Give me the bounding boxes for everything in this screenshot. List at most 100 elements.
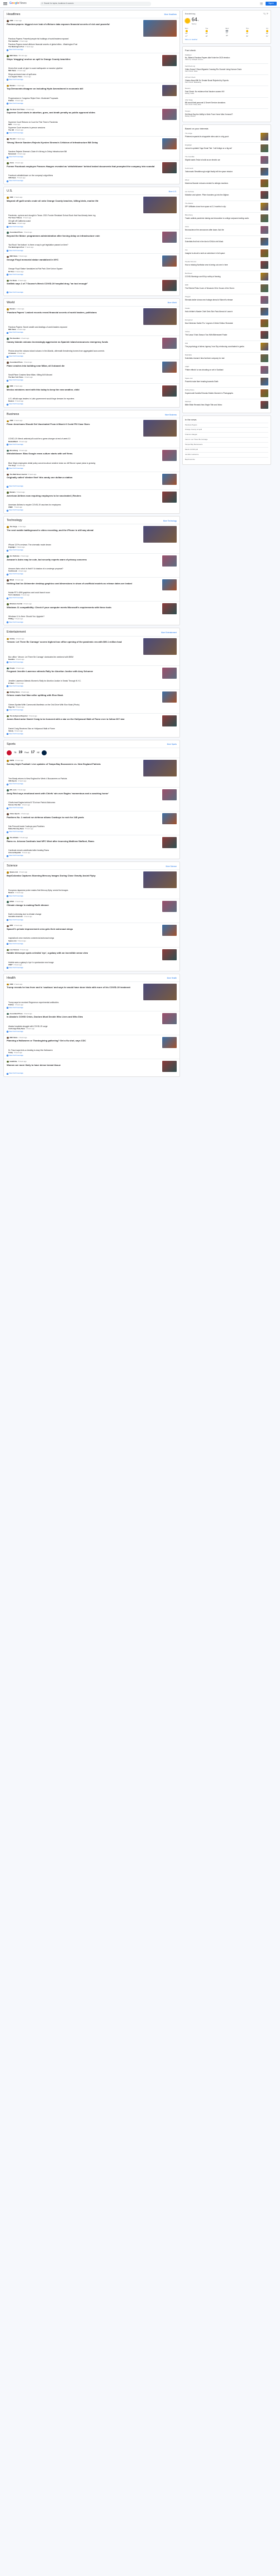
related-headline[interactable]: Facebook whistleblower on the company's … — [8, 174, 177, 177]
story-headline[interactable]: In Alaska's COVID Crisis, Doctors Must D… — [7, 1015, 160, 1018]
related-headline[interactable]: Windows 11 Is Here: Should You Upgrade? — [8, 615, 177, 618]
for-you-item[interactable]: CNET 'Potter effects' is now shooting on … — [185, 364, 268, 375]
section-more-link[interactable]: More Entertainment — [161, 632, 177, 634]
full-coverage-link[interactable]: View Full Coverage — [7, 685, 177, 688]
related-headline[interactable]: Supreme Court Returns to Court for First… — [8, 121, 177, 123]
for-you-headline[interactable]: Supermodel Kamilla Reveals Hidden Moment… — [185, 392, 259, 394]
story-headline[interactable]: Whistleblower: Bias Google news culture … — [7, 452, 160, 455]
story-card[interactable]: CNN 2 hours ago Mayoral off guilt sends cr… — [4, 194, 179, 229]
more-weather-link[interactable]: More on weather — [185, 38, 268, 41]
story-thumbnail[interactable] — [143, 308, 177, 325]
section-more-link[interactable]: More Headlines — [164, 13, 177, 16]
story-thumbnail[interactable] — [143, 20, 177, 37]
story-card[interactable]: Reuters 1 hour ago Top Democrats disagree … — [4, 82, 179, 107]
story-card[interactable]: The Guardian 2 hours ago Canary Islands vo… — [4, 335, 179, 359]
for-you-item[interactable]: Pitchfork Billie Eilish Reveals New Singl… — [185, 399, 268, 410]
topic-chip[interactable]: Merck COVID pill — [185, 447, 268, 452]
story-thumbnail[interactable] — [162, 837, 177, 849]
story-thumbnail[interactable] — [162, 338, 177, 349]
for-you-thumbnail[interactable] — [261, 389, 268, 398]
full-coverage-link[interactable]: View Full Coverage — [7, 249, 177, 252]
for-you-item[interactable]: The Guardian Skylab wants Tesla to build … — [185, 154, 268, 166]
for-you-item[interactable]: Mashable Scientists research Ikea furnitu… — [185, 352, 268, 364]
story-thumbnail[interactable] — [162, 279, 177, 291]
for-you-item[interactable]: Vulture 'Ted Lasso' Ends Season Two With … — [185, 329, 268, 340]
full-coverage-link[interactable]: View Full Coverage — [7, 1054, 177, 1057]
story-thumbnail[interactable] — [162, 232, 177, 243]
story-thumbnail[interactable] — [143, 526, 177, 543]
for-you-thumbnail[interactable] — [261, 401, 268, 409]
for-you-thumbnail[interactable] — [261, 296, 268, 304]
full-coverage-link[interactable]: View Full Coverage — [7, 854, 177, 857]
for-you-headline[interactable]: Imagine is about to seek an adventure in… — [185, 252, 259, 254]
section-title[interactable]: World — [7, 301, 14, 305]
story-headline[interactable]: Windows 11 compatibility: Check if your … — [7, 606, 160, 609]
for-you-headline[interactable]: 'Ted Lasso' Ends Season Two With Bitters… — [185, 334, 259, 336]
story-card[interactable]: Live Science 5 hours ago Hubble telescope … — [4, 946, 179, 971]
story-headline[interactable]: Andy Reid says emotional week with Chief… — [7, 792, 160, 795]
for-you-thumbnail[interactable] — [261, 343, 268, 351]
related-headline[interactable]: Trump says he received Regeneron experim… — [8, 1001, 177, 1004]
story-thumbnail[interactable] — [162, 603, 177, 615]
for-you-headline[interactable]: Moderna Booster reduces needed for aller… — [185, 182, 259, 184]
story-card[interactable]: The Wall Street Journal 5 hours ago Origin… — [4, 471, 179, 489]
for-you-thumbnail[interactable] — [261, 261, 268, 269]
story-headline[interactable]: Top Democrats disagree on including Hyde… — [7, 87, 160, 90]
section-title[interactable]: Business — [7, 413, 19, 417]
story-headline[interactable]: Women are more likely to have dense brea… — [7, 1064, 160, 1066]
related-headline[interactable]: Pandemic, cyclone and drought in Texas: … — [8, 214, 177, 217]
story-headline[interactable]: 'Pandora Papers' Leaked records reveal f… — [7, 311, 141, 314]
story-headline[interactable]: 'Wrong' Bernie Sanders Rejects Kyrsten S… — [7, 141, 160, 144]
story-card[interactable]: Fox News 6 hours ago SinWeb says 1 of 7 So… — [4, 277, 179, 295]
related-headline[interactable]: European-Japanese probe makes first Merc… — [8, 889, 177, 891]
story-headline[interactable]: Trump reveals he has fever and is 'cauti… — [7, 986, 141, 989]
section-more-link[interactable]: More Business — [165, 414, 177, 416]
full-coverage-link[interactable]: View Full Coverage — [7, 597, 177, 599]
related-headline[interactable]: Nvidia RTX 4090 graphics card could laun… — [8, 592, 177, 594]
related-headline[interactable]: Dr. Fauci says trick-or-treating is okay… — [8, 1049, 177, 1051]
for-you-headline[interactable]: COVID-Warnings can fill by rooftop of le… — [185, 275, 259, 278]
story-headline[interactable]: Nothing that Ice Ahimenter desktop graph… — [7, 582, 160, 585]
for-you-headline[interactable]: Skylab wants Tesla to build as an electr… — [185, 159, 259, 161]
full-coverage-link[interactable]: View Full Coverage — [7, 709, 177, 711]
full-coverage-link[interactable]: View Full Coverage — [7, 403, 177, 405]
full-coverage-link[interactable]: View Full Coverage — [7, 509, 177, 512]
story-card[interactable]: Variety 2 hours ago 'Venom: Let There Be C… — [4, 635, 179, 665]
related-headline[interactable]: Progressives in Congress Reject Dem. Mod… — [8, 97, 177, 99]
section-title[interactable]: Health — [7, 976, 16, 980]
related-headline[interactable]: Pandora Papers: Powerful people hid hold… — [8, 38, 177, 40]
for-you-headline[interactable]: 'Astronauts' Breakthrough might finally … — [185, 171, 259, 173]
weather-location[interactable]: Brandenburg — [185, 13, 195, 15]
story-card[interactable]: BBC News 56 mins ago Ships 'dragging' anch… — [4, 53, 179, 82]
related-headline[interactable]: COVID-19: Merck antiviral pill could be … — [8, 438, 177, 440]
for-you-thumbnail[interactable] — [261, 214, 268, 223]
story-headline[interactable]: Pregnant Jennifer Lawrence attends Rally… — [7, 670, 160, 673]
story-headline[interactable]: Sunday Night Football: Live updates of T… — [7, 763, 141, 765]
for-you-headline[interactable]: The Rebels Pilots Cover of Nirvana's Hit… — [185, 287, 259, 289]
story-headline[interactable]: Grimes reads Karl Marx after splitting w… — [7, 694, 160, 696]
story-thumbnail[interactable] — [162, 715, 177, 726]
weather-unit-toggle[interactable]: °C | °F — [263, 13, 268, 15]
story-thumbnail[interactable] — [162, 449, 177, 461]
related-headline[interactable]: Hubble sees a galaxy's 'eye' in spectacu… — [8, 961, 177, 964]
full-coverage-link[interactable]: View Full Coverage — [7, 49, 177, 51]
sign-in-button[interactable]: Sign in — [266, 1, 277, 6]
story-headline[interactable]: BepiColombo Captures Stunning Mercury Im… — [7, 874, 141, 877]
story-headline[interactable]: Beyond the Motor: programmes administrat… — [7, 234, 160, 237]
story-headline[interactable]: Amazon's Astro may be cute, but security… — [7, 558, 160, 561]
related-headline[interactable]: Daniel Craig Receives Star on Hollywood … — [8, 728, 177, 730]
for-you-item[interactable]: Vox Imagine is about to seek an adventure… — [185, 247, 268, 259]
section-title[interactable]: Sports — [7, 743, 16, 746]
for-you-headline[interactable]: 'Potter effects' is now shooting on set … — [185, 369, 259, 371]
full-coverage-link[interactable]: View Full Coverage — [7, 966, 177, 969]
search-input[interactable]: ⚲ Search for topics, locations & sources — [39, 1, 151, 6]
story-card[interactable]: NASA 3 hours ago Climate change is making … — [4, 899, 179, 923]
story-headline[interactable]: Supreme Court starts in abortion, guns, … — [7, 111, 160, 114]
story-card[interactable]: Space.com 2 hours ago BepiColombo Captures… — [4, 869, 179, 899]
for-you-headline[interactable]: SPY Affiliates close from space at 2-3 m… — [185, 206, 259, 208]
for-you-thumbnail[interactable] — [261, 238, 268, 246]
for-you-item[interactable]: Rolling Stone Supermodel Kamilla Reveals … — [185, 387, 268, 399]
for-you-headline[interactable]: The psychology of aliens 'agency' how Sk… — [185, 345, 259, 348]
fact-check-item[interactable]: Reuters Fact Check: No evidence that Vacc… — [185, 86, 268, 97]
for-you-headline[interactable]: Halo Infinite's Master Chief Gets Skin P… — [185, 310, 259, 313]
